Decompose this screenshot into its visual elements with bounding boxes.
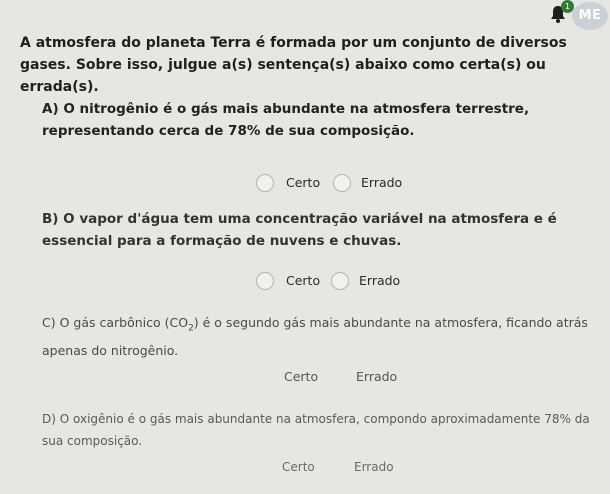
question-a-options: Certo Errado xyxy=(0,172,610,196)
option-label: Errado xyxy=(361,175,403,190)
option-label: Certo xyxy=(284,369,319,384)
question-d-options: Certo Errado xyxy=(0,457,610,481)
option-label: Errado xyxy=(359,273,401,288)
question-b-options: Certo Errado xyxy=(0,270,610,294)
option-label: Certo xyxy=(282,460,315,474)
radio-certo[interactable] xyxy=(256,459,274,477)
question-c-text: C) O gás carbônico (CO2) é o segundo gás… xyxy=(42,312,592,362)
radio-certo[interactable] xyxy=(256,272,274,290)
option-label: Errado xyxy=(356,369,398,384)
question-d-text: D) O oxigênio é o gás mais abundante na … xyxy=(42,412,590,448)
radio-certo[interactable] xyxy=(256,174,274,192)
radio-errado[interactable] xyxy=(331,272,349,290)
option-label: Certo xyxy=(286,175,321,190)
question-a-text: A) O nitrogênio é o gás mais abundante n… xyxy=(42,101,530,139)
question-b-text: B) O vapor d'água tem uma concentração v… xyxy=(42,211,557,249)
radio-errado[interactable] xyxy=(330,368,348,386)
option-label: Certo xyxy=(286,273,321,288)
radio-errado[interactable] xyxy=(328,459,346,477)
radio-errado[interactable] xyxy=(333,174,351,192)
question-c-options: Certo Errado xyxy=(0,366,610,390)
question-intro: A atmosfera do planeta Terra é formada p… xyxy=(20,35,567,95)
option-label: Errado xyxy=(354,460,394,474)
avatar[interactable]: ME xyxy=(572,2,608,30)
top-bar: 1 ME xyxy=(0,0,610,30)
question-c-text-start: C) O gás carbônico (CO xyxy=(42,315,189,330)
radio-certo[interactable] xyxy=(256,368,274,386)
